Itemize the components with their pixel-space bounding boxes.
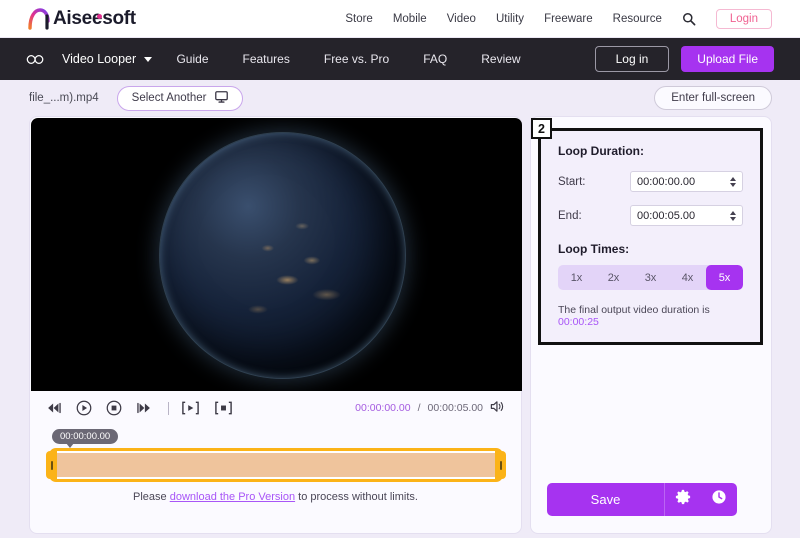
start-time-input[interactable]: 00:00:00.00	[630, 171, 743, 192]
start-time-value: 00:00:00.00	[637, 175, 696, 188]
earth-atmosphere-glow	[159, 132, 406, 379]
loop-duration-title: Loop Duration:	[558, 144, 644, 158]
product-selector[interactable]: Video Looper	[62, 52, 153, 66]
start-stepper[interactable]	[730, 176, 736, 187]
set-end-bracket-icon[interactable]	[214, 400, 233, 416]
file-name-label: file_...m).mp4	[29, 92, 99, 104]
product-name-label: Video Looper	[62, 52, 137, 66]
clock-icon	[711, 489, 727, 510]
settings-card: 2 Loop Duration: Start: 00:00:00.00 End:…	[530, 116, 772, 534]
stop-circle-icon[interactable]	[106, 400, 122, 416]
topnav-resource[interactable]: Resource	[613, 13, 662, 25]
play-circle-icon[interactable]	[76, 400, 92, 416]
product-nav-links: Guide Features Free vs. Pro FAQ Review L…	[176, 46, 774, 72]
rewind-icon[interactable]	[46, 401, 62, 415]
stepper-down-icon[interactable]	[730, 182, 736, 187]
product-nav-bar: Video Looper Guide Features Free vs. Pro…	[0, 38, 800, 80]
save-actions: Save	[547, 483, 737, 516]
pro-note-prefix: Please	[133, 491, 170, 503]
topnav-freeware[interactable]: Freeware	[544, 13, 593, 25]
fast-forward-icon[interactable]	[136, 401, 152, 415]
controls-divider	[168, 401, 169, 415]
time-display: 00:00:00.00 / 00:00:05.00	[355, 400, 505, 416]
player-controls: 00:00:00.00 / 00:00:05.00	[30, 391, 521, 425]
gear-icon	[675, 489, 691, 510]
topnav-store[interactable]: Store	[345, 13, 373, 25]
start-label: Start:	[558, 175, 586, 188]
stepper-up-icon[interactable]	[730, 176, 736, 181]
loop-option-1x[interactable]: 1x	[558, 265, 595, 290]
login-button[interactable]: Login	[715, 8, 772, 29]
total-time-label: 00:00:05.00	[427, 402, 483, 414]
loop-times-title: Loop Times:	[558, 242, 630, 256]
timeline-track[interactable]	[46, 448, 506, 482]
time-separator: /	[417, 402, 421, 414]
end-time-row: End: 00:00:05.00	[558, 205, 743, 226]
nav-faq[interactable]: FAQ	[423, 52, 447, 66]
topnav-utility[interactable]: Utility	[496, 13, 524, 25]
enter-fullscreen-button[interactable]: Enter full-screen	[654, 86, 772, 110]
grip-icon	[50, 460, 53, 470]
end-stepper[interactable]	[730, 210, 736, 221]
trim-handle-left[interactable]	[46, 451, 57, 479]
nav-review[interactable]: Review	[481, 52, 520, 66]
chevron-down-icon	[144, 56, 153, 62]
loop-option-4x[interactable]: 4x	[669, 265, 706, 290]
pro-version-note: Please download the Pro Version to proce…	[30, 491, 521, 503]
topnav-video[interactable]: Video	[447, 13, 476, 25]
top-bar: Aiseesoft Store Mobile Video Utility Fre…	[0, 0, 800, 38]
final-note-prefix: The final output video duration is	[558, 304, 710, 316]
trim-handle-right[interactable]	[495, 451, 506, 479]
loop-option-3x[interactable]: 3x	[632, 265, 669, 290]
file-bar: file_...m).mp4 Select Another Enter full…	[0, 80, 800, 116]
end-time-value: 00:00:05.00	[637, 209, 696, 222]
topnav-mobile[interactable]: Mobile	[393, 13, 427, 25]
logo-dot	[97, 14, 102, 19]
search-icon[interactable]	[682, 12, 696, 26]
loop-duration-panel: 2 Loop Duration: Start: 00:00:00.00 End:…	[531, 118, 763, 345]
nav-actions: Log in Upload File	[594, 46, 774, 72]
final-duration-note: The final output video duration is 00:00…	[558, 304, 743, 328]
save-button-group: Save	[547, 483, 737, 516]
step-badge-2: 2	[531, 118, 552, 139]
loop-option-2x[interactable]: 2x	[595, 265, 632, 290]
playhead-time-tooltip: 00:00:00.00	[52, 429, 119, 448]
pro-note-suffix: to process without limits.	[295, 491, 418, 503]
brand-logo[interactable]: Aiseesoft	[26, 7, 136, 31]
end-label: End:	[558, 209, 582, 222]
final-duration-value: 00:00:25	[558, 316, 599, 328]
nav-login-button[interactable]: Log in	[594, 46, 670, 72]
earth-globe-graphic	[160, 133, 405, 378]
grip-icon	[499, 460, 502, 470]
timeline-trimmer[interactable]: 00:00:00.00	[30, 429, 521, 482]
end-time-input[interactable]: 00:00:05.00	[630, 205, 743, 226]
loop-times-selector: 1x 2x 3x 4x 5x	[558, 265, 743, 290]
start-time-row: Start: 00:00:00.00	[558, 171, 743, 192]
player-card: 00:00:00.00 / 00:00:05.00 00:00:00.00 Pl…	[29, 116, 522, 534]
loop-option-5x[interactable]: 5x	[706, 265, 743, 290]
video-preview[interactable]	[31, 118, 522, 391]
select-another-button[interactable]: Select Another	[116, 85, 244, 111]
select-another-label: Select Another	[131, 92, 207, 104]
current-time-label: 00:00:00.00	[355, 402, 411, 414]
monitor-icon	[215, 90, 229, 106]
stepper-up-icon[interactable]	[730, 210, 736, 215]
infinity-icon	[26, 53, 46, 66]
brand-name: Aiseesoft	[53, 8, 136, 29]
top-nav: Store Mobile Video Utility Freeware Reso…	[345, 8, 772, 29]
history-button[interactable]	[701, 483, 737, 516]
nav-features[interactable]: Features	[243, 52, 290, 66]
upload-file-button[interactable]: Upload File	[681, 46, 774, 72]
nav-guide[interactable]: Guide	[176, 52, 208, 66]
nav-free-vs-pro[interactable]: Free vs. Pro	[324, 52, 389, 66]
settings-button[interactable]	[665, 483, 701, 516]
aiseesoft-mark-icon	[28, 7, 50, 30]
stepper-down-icon[interactable]	[730, 216, 736, 221]
main-area: 00:00:00.00 / 00:00:05.00 00:00:00.00 Pl…	[0, 116, 800, 534]
download-pro-link[interactable]: download the Pro Version	[170, 491, 295, 503]
set-start-bracket-icon[interactable]	[181, 400, 200, 416]
save-button[interactable]: Save	[547, 483, 665, 516]
volume-icon[interactable]	[490, 400, 505, 416]
